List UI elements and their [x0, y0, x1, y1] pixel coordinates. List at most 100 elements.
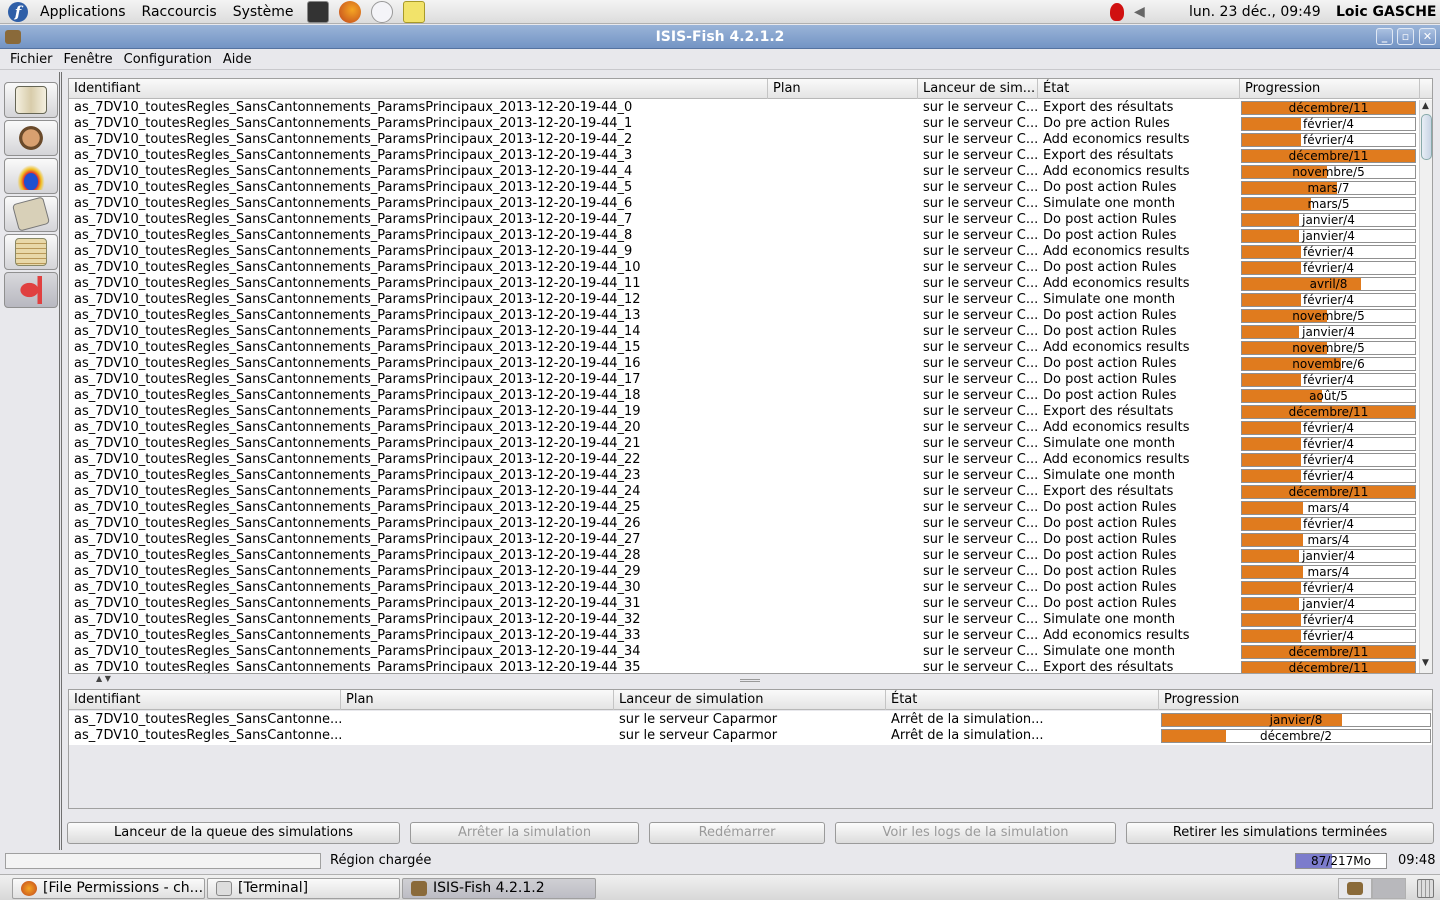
table-row[interactable]: as_7DV10_toutesRegles_SansCantonnements_… [69, 164, 1419, 180]
scroll-down-arrow-icon[interactable]: ▼ [1422, 658, 1429, 668]
close-button[interactable]: ✕ [1419, 28, 1436, 45]
remove-finished-button[interactable]: Retirer les simulations terminées [1126, 822, 1434, 844]
window-app-icon[interactable] [5, 30, 21, 44]
window-title: ISIS-Fish 4.2.1.2 [655, 29, 785, 45]
table-row[interactable]: as_7DV10_toutesRegles_SansCantonnements_… [69, 500, 1419, 516]
table-row[interactable]: as_7DV10_toutesRegles_SansCantonnements_… [69, 468, 1419, 484]
menu-configuration[interactable]: Configuration [118, 52, 217, 67]
vertical-scrollbar[interactable]: ▲ ▼ [1419, 100, 1432, 673]
table-row[interactable]: as_7DV10_toutesRegles_SansCantonnements_… [69, 324, 1419, 340]
scrollbar-thumb[interactable] [1421, 114, 1432, 160]
table-row[interactable]: as_7DV10_toutesRegles_SansCantonnements_… [69, 148, 1419, 164]
fedora-logo-icon[interactable]: f [8, 1, 28, 22]
menu-aide[interactable]: Aide [217, 52, 257, 67]
minimize-button[interactable]: _ [1376, 28, 1393, 45]
panel-clock[interactable]: lun. 23 déc., 09:49 [1189, 0, 1321, 24]
workspace-switcher-inactive[interactable] [1372, 878, 1406, 899]
collapse-arrows-icon[interactable]: ▲ ▼ [96, 674, 111, 683]
table-row[interactable]: as_7DV10_toutesRegles_SansCantonnements_… [69, 276, 1419, 292]
cell-identifiant: as_7DV10_toutesRegles_SansCantonnements_… [74, 660, 641, 674]
mail-icon[interactable] [370, 0, 393, 23]
column-header-etat[interactable]: État [886, 690, 1159, 710]
cell-identifiant: as_7DV10_toutesRegles_SansCantonnements_… [74, 164, 633, 179]
workspace-switcher-active[interactable] [1338, 878, 1372, 899]
table-row[interactable]: as_7DV10_toutesRegles_SansCantonnements_… [69, 644, 1419, 660]
column-header-plan[interactable]: Plan [768, 79, 918, 99]
table-row[interactable]: as_7DV10_toutesRegles_SansCantonnements_… [69, 100, 1419, 116]
column-header-progression[interactable]: Progression [1240, 79, 1420, 99]
table-row[interactable]: as_7DV10_toutesRegles_SansCantonnements_… [69, 372, 1419, 388]
taskbar-item-terminal[interactable]: [Terminal] [207, 878, 400, 899]
table-row[interactable]: as_7DV10_toutesRegles_SansCantonnements_… [69, 660, 1419, 674]
text-editor-icon[interactable] [402, 0, 425, 23]
table-row[interactable]: as_7DV10_toutesRegles_SansCantonnements_… [69, 436, 1419, 452]
scroll-up-arrow-icon[interactable]: ▲ [1422, 101, 1429, 111]
table-row[interactable]: as_7DV10_toutesRegles_SansCantonnements_… [69, 388, 1419, 404]
table-row[interactable]: as_7DV10_toutesRegles_SansCantonne... sur… [69, 728, 1432, 744]
cell-plan [768, 372, 918, 388]
column-header-identifiant[interactable]: Identifiant [69, 79, 768, 99]
taskbar-item-isis-fish[interactable]: ISIS-Fish 4.2.1.2 [402, 878, 596, 899]
column-header-lanceur[interactable]: Lanceur de sim... [918, 79, 1038, 99]
table-row[interactable]: as_7DV10_toutesRegles_SansCantonnements_… [69, 580, 1419, 596]
table-row[interactable]: as_7DV10_toutesRegles_SansCantonnements_… [69, 244, 1419, 260]
table-row[interactable]: as_7DV10_toutesRegles_SansCantonnements_… [69, 116, 1419, 132]
terminal-icon[interactable] [306, 0, 329, 23]
trash-icon[interactable] [1417, 879, 1434, 898]
table-row[interactable]: as_7DV10_toutesRegles_SansCantonnements_… [69, 180, 1419, 196]
progress-bar: février/4 [1241, 629, 1416, 643]
memory-indicator[interactable]: 87/217Mo [1295, 853, 1387, 869]
window-titlebar[interactable]: ISIS-Fish 4.2.1.2 _ ▫ ✕ [0, 25, 1440, 49]
table-row[interactable]: as_7DV10_toutesRegles_SansCantonnements_… [69, 228, 1419, 244]
sidebar-button-fisherman[interactable] [4, 120, 58, 156]
sidebar-button-region[interactable] [4, 158, 58, 194]
table-row[interactable]: as_7DV10_toutesRegles_SansCantonnements_… [69, 292, 1419, 308]
menu-fichier[interactable]: Fichier [4, 52, 58, 67]
stop-simulation-button[interactable]: Arrêter la simulation [410, 822, 639, 844]
table-row[interactable]: as_7DV10_toutesRegles_SansCantonnements_… [69, 260, 1419, 276]
table-row[interactable]: as_7DV10_toutesRegles_SansCantonnements_… [69, 452, 1419, 468]
firefox-icon[interactable] [338, 0, 361, 23]
table-row[interactable]: as_7DV10_toutesRegles_SansCantonnements_… [69, 596, 1419, 612]
column-header-etat[interactable]: État [1038, 79, 1240, 99]
table-row[interactable]: as_7DV10_toutesRegles_SansCantonnements_… [69, 532, 1419, 548]
table-row[interactable]: as_7DV10_toutesRegles_SansCantonne... sur… [69, 712, 1432, 728]
table-row[interactable]: as_7DV10_toutesRegles_SansCantonnements_… [69, 308, 1419, 324]
divider-grip-icon[interactable] [740, 679, 760, 682]
taskbar-item-firefox[interactable]: [File Permissions - ch... [12, 878, 205, 899]
table-row[interactable]: as_7DV10_toutesRegles_SansCantonnements_… [69, 564, 1419, 580]
table-row[interactable]: as_7DV10_toutesRegles_SansCantonnements_… [69, 484, 1419, 500]
split-pane-divider[interactable]: ▲ ▼ [68, 674, 1433, 686]
sidebar-button-book[interactable] [4, 82, 58, 118]
panel-menu-applications[interactable]: Applications [32, 0, 134, 24]
table-row[interactable]: as_7DV10_toutesRegles_SansCantonnements_… [69, 404, 1419, 420]
column-header-plan[interactable]: Plan [341, 690, 614, 710]
maximize-button[interactable]: ▫ [1397, 28, 1414, 45]
sidebar-button-notes[interactable] [4, 234, 58, 270]
table-row[interactable]: as_7DV10_toutesRegles_SansCantonnements_… [69, 612, 1419, 628]
sidebar-button-fish[interactable] [4, 272, 58, 308]
column-header-lanceur[interactable]: Lanceur de simulation [614, 690, 886, 710]
taskbar-item-label: ISIS-Fish 4.2.1.2 [433, 880, 545, 896]
table-row[interactable]: as_7DV10_toutesRegles_SansCantonnements_… [69, 212, 1419, 228]
table-row[interactable]: as_7DV10_toutesRegles_SansCantonnements_… [69, 516, 1419, 532]
table-row[interactable]: as_7DV10_toutesRegles_SansCantonnements_… [69, 548, 1419, 564]
queue-launcher-button[interactable]: Lanceur de la queue des simulations [67, 822, 400, 844]
view-logs-button[interactable]: Voir les logs de la simulation [835, 822, 1116, 844]
table-row[interactable]: as_7DV10_toutesRegles_SansCantonnements_… [69, 356, 1419, 372]
column-header-progression[interactable]: Progression [1159, 690, 1432, 710]
table-row[interactable]: as_7DV10_toutesRegles_SansCantonnements_… [69, 196, 1419, 212]
panel-user-name[interactable]: Loic GASCHE [1336, 0, 1436, 24]
table-row[interactable]: as_7DV10_toutesRegles_SansCantonnements_… [69, 628, 1419, 644]
table-row[interactable]: as_7DV10_toutesRegles_SansCantonnements_… [69, 132, 1419, 148]
volume-icon[interactable]: ◀ [1134, 4, 1148, 20]
column-header-identifiant[interactable]: Identifiant [69, 690, 341, 710]
panel-menu-raccourcis[interactable]: Raccourcis [134, 0, 225, 24]
notification-icon[interactable] [1110, 3, 1124, 21]
menu-fenetre[interactable]: Fenêtre [58, 52, 118, 67]
sidebar-button-calculator[interactable] [4, 196, 58, 232]
restart-button[interactable]: Redémarrer [649, 822, 825, 844]
table-row[interactable]: as_7DV10_toutesRegles_SansCantonnements_… [69, 340, 1419, 356]
panel-menu-systeme[interactable]: Système [225, 0, 302, 24]
table-row[interactable]: as_7DV10_toutesRegles_SansCantonnements_… [69, 420, 1419, 436]
